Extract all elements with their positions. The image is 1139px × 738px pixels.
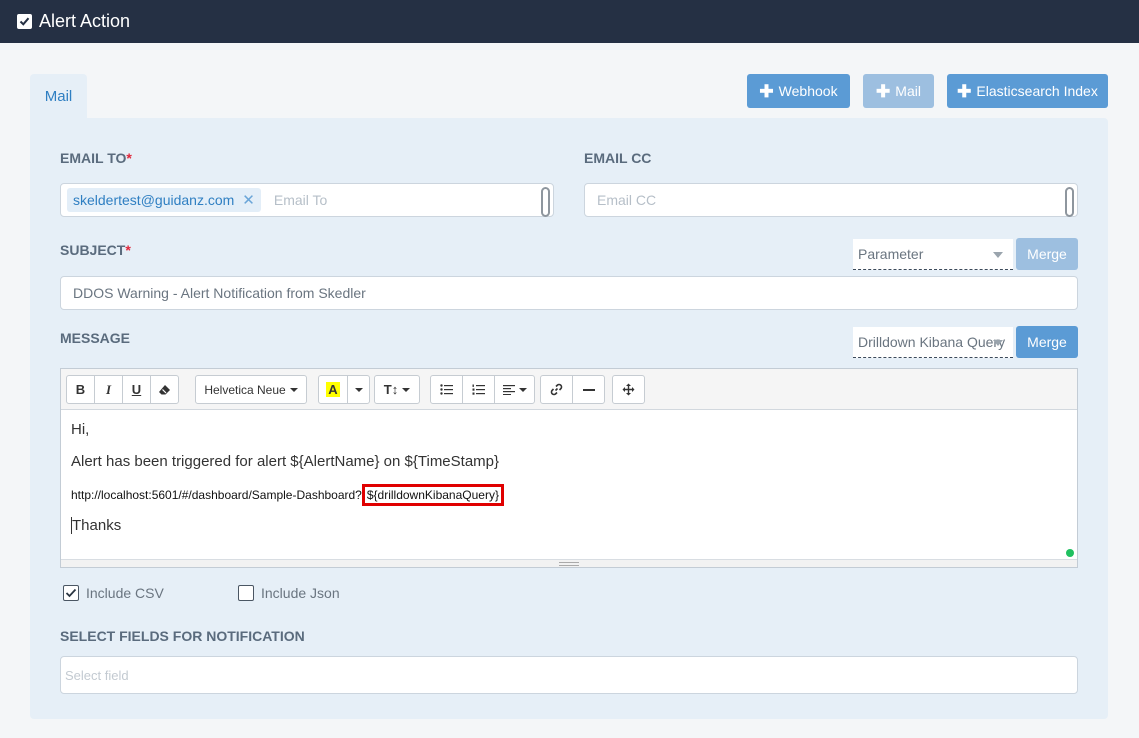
- color-group: A: [318, 375, 370, 404]
- top-bar: Alert Action: [0, 0, 1139, 43]
- add-mail-button[interactable]: ✚ Mail: [863, 74, 934, 108]
- clear-format-button[interactable]: [150, 375, 179, 404]
- font-size-dropdown[interactable]: T↕: [374, 375, 420, 404]
- select-fields-input[interactable]: Select field: [60, 656, 1078, 694]
- message-merge-button[interactable]: Merge: [1016, 326, 1078, 358]
- subject-merge-button[interactable]: Merge: [1016, 238, 1078, 270]
- format-group: B I U: [66, 375, 179, 404]
- align-dropdown[interactable]: [494, 375, 535, 404]
- message-parameter-select[interactable]: Drilldown Kibana Query: [853, 327, 1013, 358]
- font-group: Helvetica Neue: [195, 375, 307, 404]
- horizontal-rule-button[interactable]: [572, 375, 605, 404]
- align-left-icon: [502, 385, 515, 395]
- subject-parameter-select[interactable]: Parameter: [853, 239, 1013, 270]
- alert-action-checkbox[interactable]: [17, 14, 32, 29]
- chevron-down-icon: [993, 340, 1003, 346]
- list-group: [430, 375, 535, 404]
- numbered-list-icon: [472, 384, 485, 395]
- message-line-alert: Alert has been triggered for alert ${Ale…: [71, 453, 500, 470]
- italic-button[interactable]: I: [94, 375, 123, 404]
- link-icon: [550, 383, 563, 396]
- check-icon: [19, 17, 30, 26]
- select-fields-label: SELECT FIELDS FOR NOTIFICATION: [60, 628, 305, 644]
- email-cc-input[interactable]: Email CC: [584, 183, 1078, 217]
- scrollbar[interactable]: [1065, 187, 1074, 217]
- caret-down-icon: [289, 387, 298, 392]
- drilldown-query-highlight: ${drilldownKibanaQuery}: [361, 484, 504, 506]
- tab-mail[interactable]: Mail: [30, 74, 87, 118]
- plus-icon: ✚: [876, 81, 891, 101]
- check-icon: [65, 588, 77, 598]
- move-button[interactable]: [612, 375, 645, 404]
- email-cc-label: EMAIL CC: [584, 150, 652, 166]
- email-cc-placeholder: Email CC: [597, 192, 657, 208]
- email-to-label: EMAIL TO*: [60, 150, 132, 166]
- caret-down-icon: [402, 387, 411, 392]
- checkbox-box[interactable]: [238, 585, 254, 601]
- caret-down-icon: [518, 387, 527, 392]
- message-line-url: http://localhost:5601/#/dashboard/Sample…: [71, 484, 504, 506]
- font-family-dropdown[interactable]: Helvetica Neue: [195, 375, 307, 404]
- include-csv-checkbox[interactable]: Include CSV: [63, 585, 164, 601]
- insert-group: [540, 375, 605, 404]
- url-prefix: http://localhost:5601/#/dashboard/Sample…: [71, 488, 362, 502]
- message-line-thanks: Thanks: [71, 517, 122, 534]
- bullet-list-button[interactable]: [430, 375, 463, 404]
- page-title: Alert Action: [39, 11, 131, 31]
- message-line-greeting: Hi,: [71, 421, 90, 438]
- bullet-list-icon: [440, 384, 453, 395]
- email-to-placeholder: Email To: [273, 192, 328, 208]
- minus-icon: [582, 388, 595, 391]
- numbered-list-button[interactable]: [462, 375, 495, 404]
- editor-toolbar: B I U Helvetica Neue A T↕: [61, 369, 1077, 410]
- message-label: MESSAGE: [60, 330, 131, 346]
- email-tag: skeldertest@guidanz.com ✕: [67, 188, 261, 212]
- eraser-icon: [159, 384, 170, 394]
- message-editor[interactable]: B I U Helvetica Neue A T↕ Hi, Alert has …: [60, 368, 1078, 568]
- move-group: [612, 375, 645, 404]
- email-to-input[interactable]: skeldertest@guidanz.com ✕ Email To: [60, 183, 554, 217]
- highlight-color-button[interactable]: A: [318, 375, 348, 404]
- editor-resize-handle[interactable]: [61, 559, 1077, 567]
- status-dot-icon: [1066, 549, 1074, 557]
- link-button[interactable]: [540, 375, 573, 404]
- caret-down-icon: [354, 387, 363, 392]
- underline-button[interactable]: U: [122, 375, 151, 404]
- chevron-down-icon: [993, 252, 1003, 258]
- include-json-checkbox[interactable]: Include Json: [238, 585, 340, 601]
- grip-icon: [559, 561, 579, 566]
- subject-label: SUBJECT*: [60, 242, 131, 258]
- subject-input[interactable]: DDOS Warning - Alert Notification from S…: [60, 276, 1078, 310]
- move-arrows-icon: [622, 383, 635, 396]
- plus-icon: ✚: [957, 81, 972, 101]
- remove-tag-icon[interactable]: ✕: [242, 191, 255, 209]
- plus-icon: ✚: [759, 81, 774, 101]
- add-elasticsearch-index-button[interactable]: ✚ Elasticsearch Index: [947, 74, 1108, 108]
- size-group: T↕: [374, 375, 420, 404]
- bold-button[interactable]: B: [66, 375, 95, 404]
- color-dropdown[interactable]: [347, 375, 370, 404]
- add-webhook-button[interactable]: ✚ Webhook: [747, 74, 850, 108]
- checkbox-box[interactable]: [63, 585, 79, 601]
- scrollbar[interactable]: [541, 187, 550, 217]
